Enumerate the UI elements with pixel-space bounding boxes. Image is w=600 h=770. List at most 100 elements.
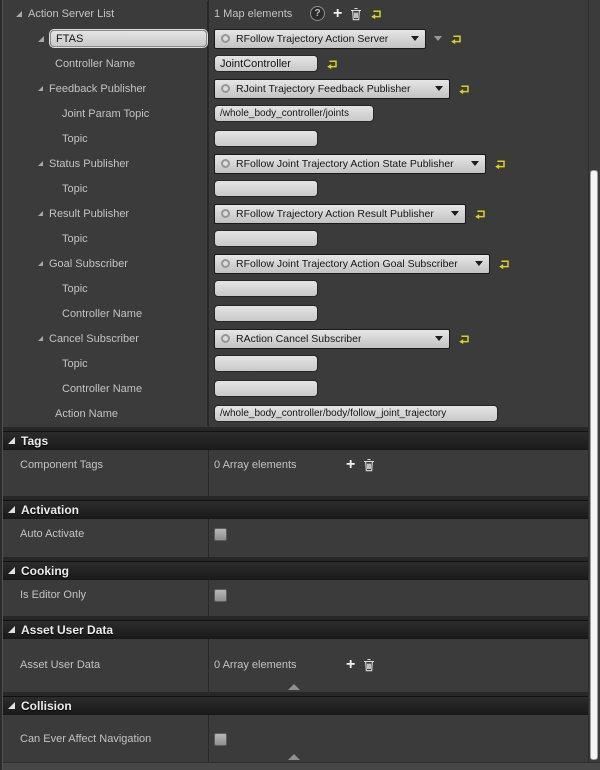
dropdown-value: RFollow Trajectory Action Result Publish… [236, 208, 434, 220]
property-label: Is Editor Only [20, 589, 86, 601]
revert-icon[interactable] [494, 158, 506, 170]
chevron-down-icon [475, 261, 483, 266]
chevron-up-icon [288, 684, 300, 690]
delete-elements-icon[interactable] [350, 7, 362, 21]
table-row: Feedback Publisher RJoint Trajectory Fee… [0, 76, 588, 101]
auto-activate-checkbox[interactable] [214, 528, 227, 541]
help-icon[interactable]: ? [310, 6, 325, 21]
topic-input[interactable] [214, 230, 318, 247]
table-row: Asset User Data 0 Array elements + [0, 652, 588, 678]
column-divider [208, 580, 209, 616]
controller-name-input[interactable] [214, 305, 318, 322]
expander-icon[interactable] [38, 86, 43, 91]
extra-dropdown-icon[interactable] [434, 36, 442, 41]
category-title: Asset User Data [21, 623, 113, 637]
panel-bottom-strip [0, 762, 600, 770]
topic-input[interactable] [214, 280, 318, 297]
table-row: Controller Name [0, 51, 588, 76]
delete-elements-icon[interactable] [363, 658, 375, 672]
column-divider [208, 450, 209, 496]
revert-icon[interactable] [326, 58, 338, 70]
expander-icon [8, 626, 15, 633]
property-label: Asset User Data [20, 659, 100, 671]
feedback-publisher-dropdown[interactable]: RJoint Trajectory Feedback Publisher [214, 79, 450, 99]
category-header-collision[interactable]: Collision [0, 696, 588, 715]
expander-icon [8, 437, 15, 444]
table-row: Component Tags 0 Array elements + [0, 452, 588, 478]
expander-icon[interactable] [38, 336, 43, 341]
expander-icon[interactable] [16, 11, 22, 17]
delete-elements-icon[interactable] [363, 458, 375, 472]
revert-icon[interactable] [458, 333, 470, 345]
property-label: Joint Param Topic [62, 108, 149, 120]
object-circle-icon [221, 209, 230, 218]
add-element-icon[interactable]: + [333, 7, 342, 21]
revert-icon[interactable] [450, 33, 462, 45]
table-row: Topic [0, 276, 588, 301]
property-label: Goal Subscriber [49, 258, 128, 270]
property-label: Controller Name [55, 58, 135, 70]
object-circle-icon [221, 84, 230, 93]
add-element-icon[interactable]: + [346, 458, 355, 472]
expander-icon[interactable] [38, 161, 43, 166]
action-name-input[interactable] [214, 405, 498, 422]
table-row: Topic [0, 176, 588, 201]
goal-subscriber-dropdown[interactable]: RFollow Joint Trajectory Action Goal Sub… [214, 254, 490, 274]
table-row: Status Publisher RFollow Joint Trajector… [0, 151, 588, 176]
tags-body: Component Tags 0 Array elements + [0, 450, 588, 496]
expander-icon[interactable] [38, 36, 44, 42]
can-ever-affect-navigation-checkbox[interactable] [214, 733, 227, 746]
dropdown-value: RAction Cancel Subscriber [236, 333, 361, 345]
table-row: Cancel Subscriber RAction Cancel Subscri… [0, 326, 588, 351]
topic-input[interactable] [214, 355, 318, 372]
asset-user-data-body: Asset User Data 0 Array elements + [0, 639, 588, 692]
property-label: Auto Activate [20, 528, 84, 540]
table-row: Controller Name [0, 301, 588, 326]
is-editor-only-checkbox[interactable] [214, 589, 227, 602]
category-header-asset-user-data[interactable]: Asset User Data [0, 620, 588, 639]
dropdown-value: RJoint Trajectory Feedback Publisher [236, 83, 411, 95]
table-row: Topic [0, 226, 588, 251]
object-circle-icon [221, 159, 230, 168]
revert-icon[interactable] [370, 8, 382, 20]
action-server-list-section: Action Server List 1 Map elements ? + [0, 0, 588, 427]
add-element-icon[interactable]: + [346, 658, 355, 672]
scrollbar-track[interactable] [588, 0, 589, 770]
cancel-subscriber-dropdown[interactable]: RAction Cancel Subscriber [214, 329, 450, 349]
category-header-cooking[interactable]: Cooking [0, 561, 588, 580]
chevron-down-icon [435, 336, 443, 341]
topic-input[interactable] [214, 130, 318, 147]
details-panel: Action Server List 1 Map elements ? + [0, 0, 600, 770]
property-label: Topic [62, 133, 88, 145]
revert-icon[interactable] [474, 208, 486, 220]
chevron-down-icon [471, 161, 479, 166]
category-title: Tags [21, 434, 48, 448]
expander-icon[interactable] [38, 261, 43, 266]
table-row: Is Editor Only [0, 582, 588, 608]
expand-area-handle[interactable] [0, 684, 588, 690]
joint-param-topic-input[interactable] [214, 105, 374, 122]
collision-body: Can Ever Affect Navigation [0, 715, 588, 762]
object-circle-icon [221, 34, 230, 43]
property-label: Action Name [55, 408, 118, 420]
revert-icon[interactable] [458, 83, 470, 95]
action-server-class-dropdown[interactable]: RFollow Trajectory Action Server [214, 29, 426, 49]
expand-area-handle[interactable] [0, 754, 588, 760]
property-label: Topic [62, 283, 88, 295]
column-divider [208, 519, 209, 557]
cooking-body: Is Editor Only [0, 580, 588, 616]
result-publisher-dropdown[interactable]: RFollow Trajectory Action Result Publish… [214, 204, 466, 224]
scrollbar-thumb[interactable] [590, 170, 598, 760]
table-row: Topic [0, 126, 588, 151]
map-key-input[interactable] [50, 30, 207, 47]
property-label: Topic [62, 233, 88, 245]
category-header-tags[interactable]: Tags [0, 431, 588, 450]
status-publisher-dropdown[interactable]: RFollow Joint Trajectory Action State Pu… [214, 154, 486, 174]
expander-icon[interactable] [38, 211, 43, 216]
topic-input[interactable] [214, 180, 318, 197]
controller-name-input[interactable] [214, 380, 318, 397]
table-row: Goal Subscriber RFollow Joint Trajectory… [0, 251, 588, 276]
category-header-activation[interactable]: Activation [0, 500, 588, 519]
controller-name-input[interactable] [214, 55, 318, 72]
revert-icon[interactable] [498, 258, 510, 270]
